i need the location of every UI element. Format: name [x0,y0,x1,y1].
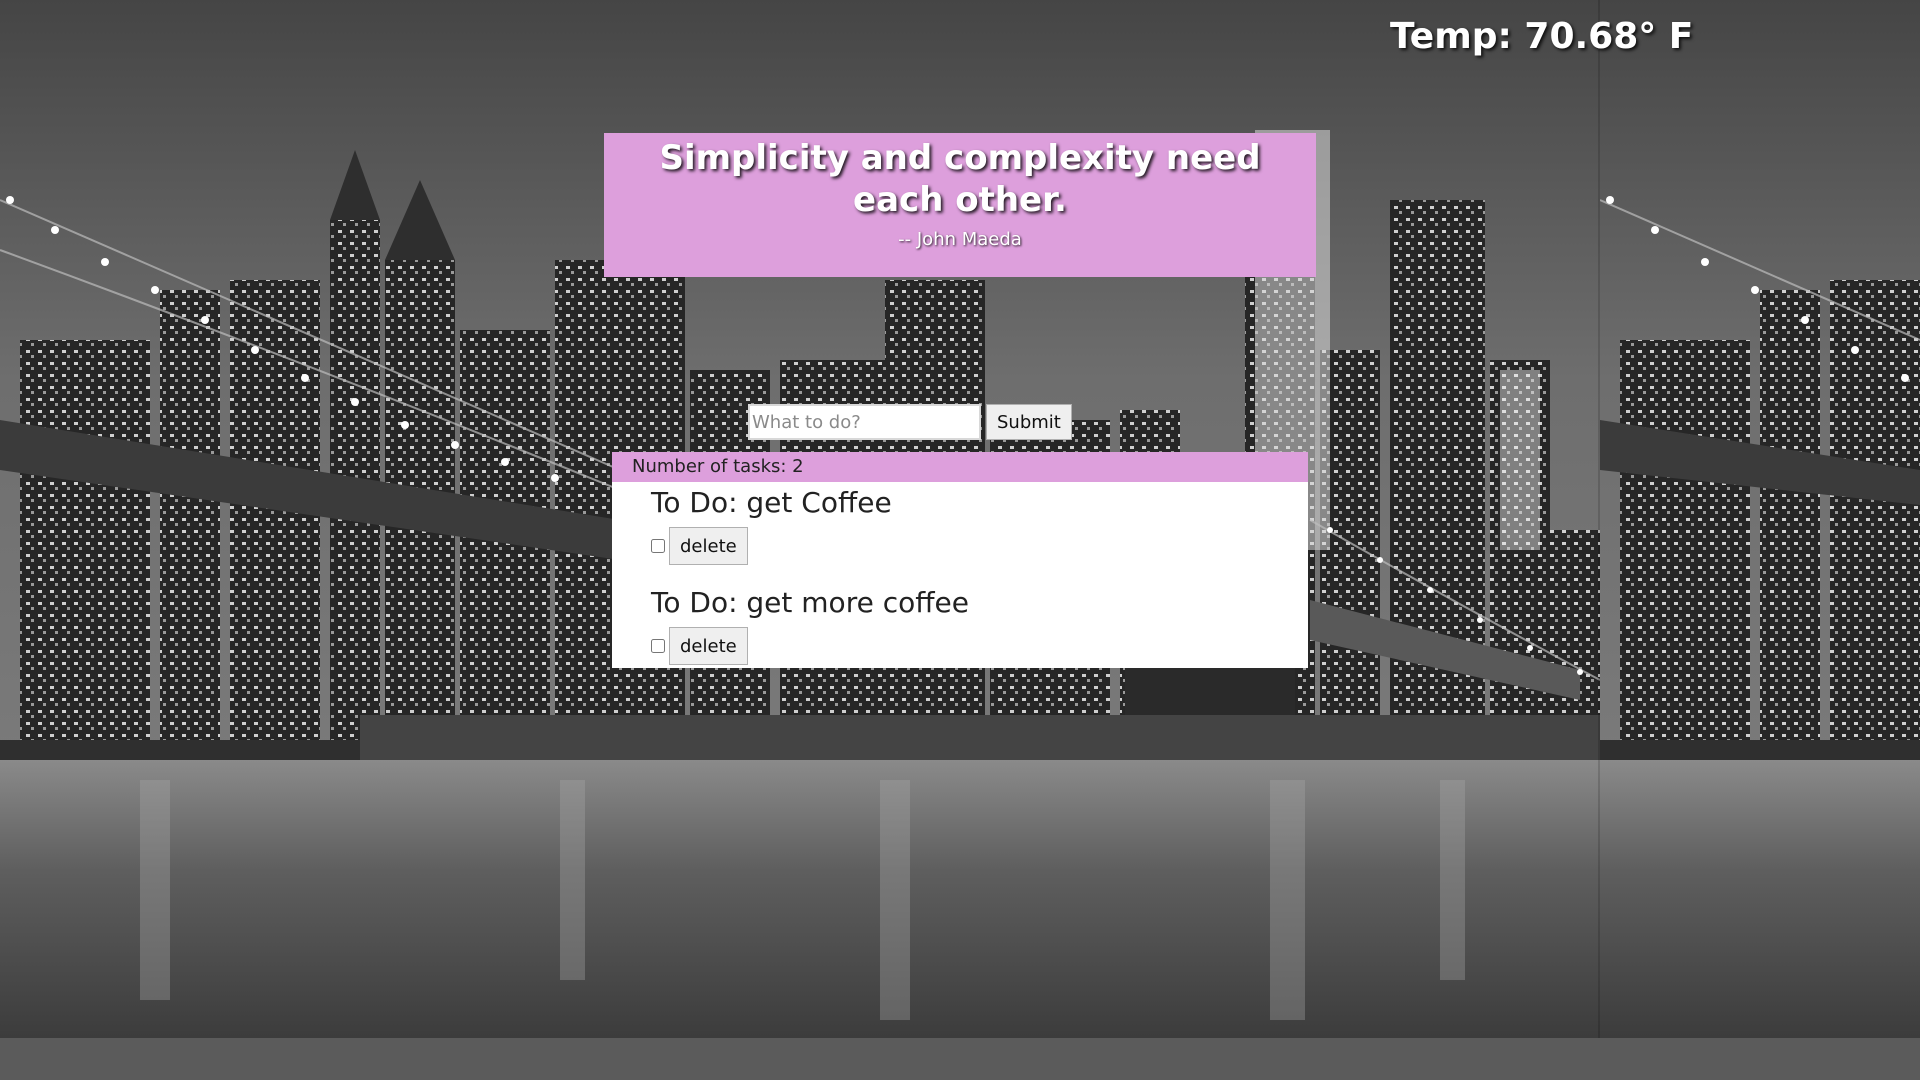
delete-button[interactable]: delete [669,627,748,665]
task-title: To Do: get Coffee [651,486,892,519]
task-checkbox[interactable] [651,539,665,553]
task-title: To Do: get more coffee [651,586,969,619]
temperature-readout: Temp: 70.68° F [1390,16,1694,57]
task-controls: delete [651,626,1308,666]
quote-box: Simplicity and complexity need each othe… [604,133,1316,277]
submit-button[interactable]: Submit [986,404,1072,440]
add-task-form: Submit [748,404,1072,440]
delete-button[interactable]: delete [669,527,748,565]
task-checkbox[interactable] [651,639,665,653]
task-controls: delete [651,526,1308,566]
task-item: To Do: get Coffee delete [612,486,1308,566]
task-item: To Do: get more coffee delete [612,586,1308,666]
task-count: Number of tasks: 2 [612,452,1308,482]
background-scene-repeat [1600,0,1920,1038]
task-list-panel: Number of tasks: 2 To Do: get Coffee del… [612,452,1308,668]
quote-author: -- John Maeda [898,229,1022,250]
page-bottom-strip [0,1038,1920,1080]
background-seam [1598,0,1600,1038]
task-input[interactable] [748,404,981,440]
quote-text: Simplicity and complexity need each othe… [659,138,1261,220]
